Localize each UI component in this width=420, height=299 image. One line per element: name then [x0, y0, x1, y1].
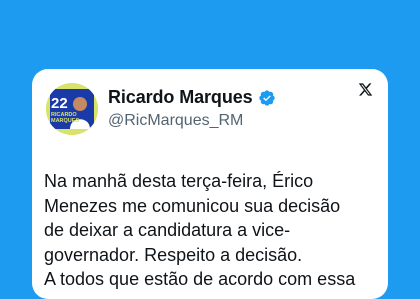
tweet-text: Na manhã desta terça-feira, Érico Meneze… [44, 169, 378, 292]
author-name-row: Ricardo Marques [108, 87, 276, 108]
x-logo-icon[interactable] [358, 82, 373, 97]
avatar[interactable]: 22 RICARDO MARQUES [46, 83, 98, 135]
tweet-line: A todos que estão de acordo com essa [44, 269, 356, 289]
verified-badge-icon [258, 89, 275, 106]
author-display-name[interactable]: Ricardo Marques [108, 87, 253, 108]
tweet-line: de deixar a candidatura a vice- [44, 220, 291, 240]
tweet-line: governador. Respeito a decisão. [44, 244, 303, 265]
avatar-name-line2: MARQUES [51, 118, 79, 124]
tweet-line: Menezes me comunicou sua decisão [44, 195, 341, 216]
tweet-line: Na manhã desta terça-feira, Érico [44, 171, 314, 191]
tweet-card: 22 RICARDO MARQUES Ricardo Marques @RicM… [32, 69, 388, 299]
avatar-image: 22 RICARDO MARQUES [46, 83, 98, 135]
author-handle[interactable]: @RicMarques_RM [108, 112, 243, 130]
avatar-number: 22 [51, 95, 68, 112]
